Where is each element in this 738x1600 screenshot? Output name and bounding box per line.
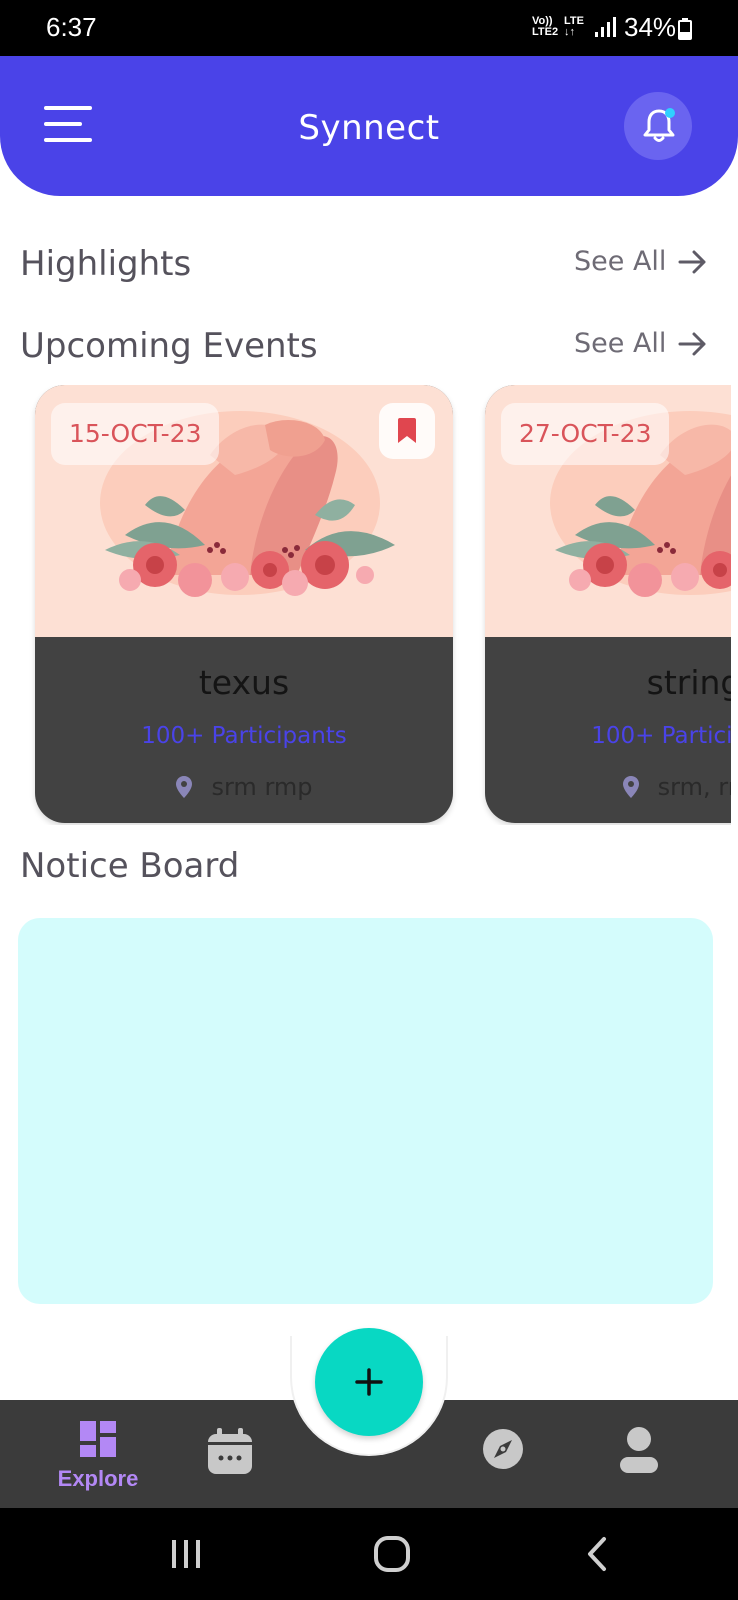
nav-item-profile[interactable] — [618, 1426, 664, 1476]
battery-percentage: 34% — [624, 12, 677, 42]
highlights-see-all-link[interactable]: See All — [574, 246, 708, 277]
bookmark-icon — [398, 418, 416, 443]
upcoming-events-see-all-link[interactable]: See All — [574, 328, 708, 359]
event-participants: 100+ Participants — [141, 723, 347, 749]
calendar-icon — [208, 1428, 252, 1474]
compass-icon — [483, 1429, 523, 1469]
nav-item-explore[interactable]: Explore — [38, 1418, 158, 1508]
event-participants: 100+ Participants — [591, 723, 731, 749]
home-icon — [374, 1536, 410, 1572]
home-button[interactable] — [332, 1508, 452, 1600]
signal-icon — [595, 17, 616, 37]
notification-button[interactable] — [624, 92, 692, 160]
event-date-badge: 15-OCT-23 — [51, 403, 220, 465]
see-all-label: See All — [574, 246, 667, 277]
bell-icon — [643, 108, 675, 142]
event-date-badge: 27-OCT-23 — [501, 403, 670, 465]
upcoming-events-title: Upcoming Events — [20, 326, 318, 366]
event-name: texus — [198, 663, 290, 702]
battery-icon — [678, 18, 692, 40]
event-card[interactable]: 27-OCT-23 string 100+ Participants srm, … — [485, 385, 731, 823]
network-indicator: Vo)) LTE2 — [532, 15, 559, 38]
highlights-title: Highlights — [20, 244, 192, 284]
see-all-label: See All — [574, 328, 667, 359]
back-icon — [588, 1537, 606, 1571]
location-pin-icon — [176, 776, 193, 798]
nav-item-calendar[interactable] — [208, 1428, 258, 1478]
notice-board[interactable] — [18, 918, 713, 1304]
location-pin-icon — [622, 776, 639, 798]
nav-item-discover[interactable] — [482, 1428, 528, 1474]
event-name: string — [646, 663, 731, 702]
status-bar: 6:37 Vo)) LTE2 LTE ↓↑ 34% — [0, 0, 738, 56]
status-time: 6:37 — [46, 12, 97, 42]
events-carousel[interactable]: 15-OCT-23 texus 100+ Participants srm rm… — [0, 385, 731, 825]
event-location-text: srm, rmp — [657, 773, 731, 801]
event-location: srm rmp — [35, 773, 453, 801]
plus-icon — [355, 1368, 383, 1396]
profile-icon — [620, 1427, 658, 1473]
event-card[interactable]: 15-OCT-23 texus 100+ Participants srm rm… — [35, 385, 453, 823]
back-button[interactable] — [538, 1508, 658, 1600]
event-location-text: srm rmp — [211, 773, 313, 801]
system-navigation-bar — [0, 1508, 738, 1600]
notice-board-title: Notice Board — [20, 846, 240, 886]
event-location: srm, rmp — [485, 773, 731, 801]
arrow-right-icon — [678, 332, 706, 355]
bookmark-button[interactable] — [379, 403, 435, 459]
recents-icon — [172, 1540, 200, 1568]
arrow-right-icon — [678, 250, 706, 273]
nav-label-explore: Explore — [57, 1466, 139, 1491]
recents-button[interactable] — [126, 1508, 246, 1600]
app-header: Synnect — [0, 56, 738, 196]
event-image: 27-OCT-23 — [485, 385, 731, 637]
dashboard-icon — [80, 1421, 116, 1457]
lte-indicator: LTE ↓↑ — [564, 15, 584, 38]
add-event-button[interactable] — [315, 1328, 423, 1436]
event-image: 15-OCT-23 — [35, 385, 453, 637]
